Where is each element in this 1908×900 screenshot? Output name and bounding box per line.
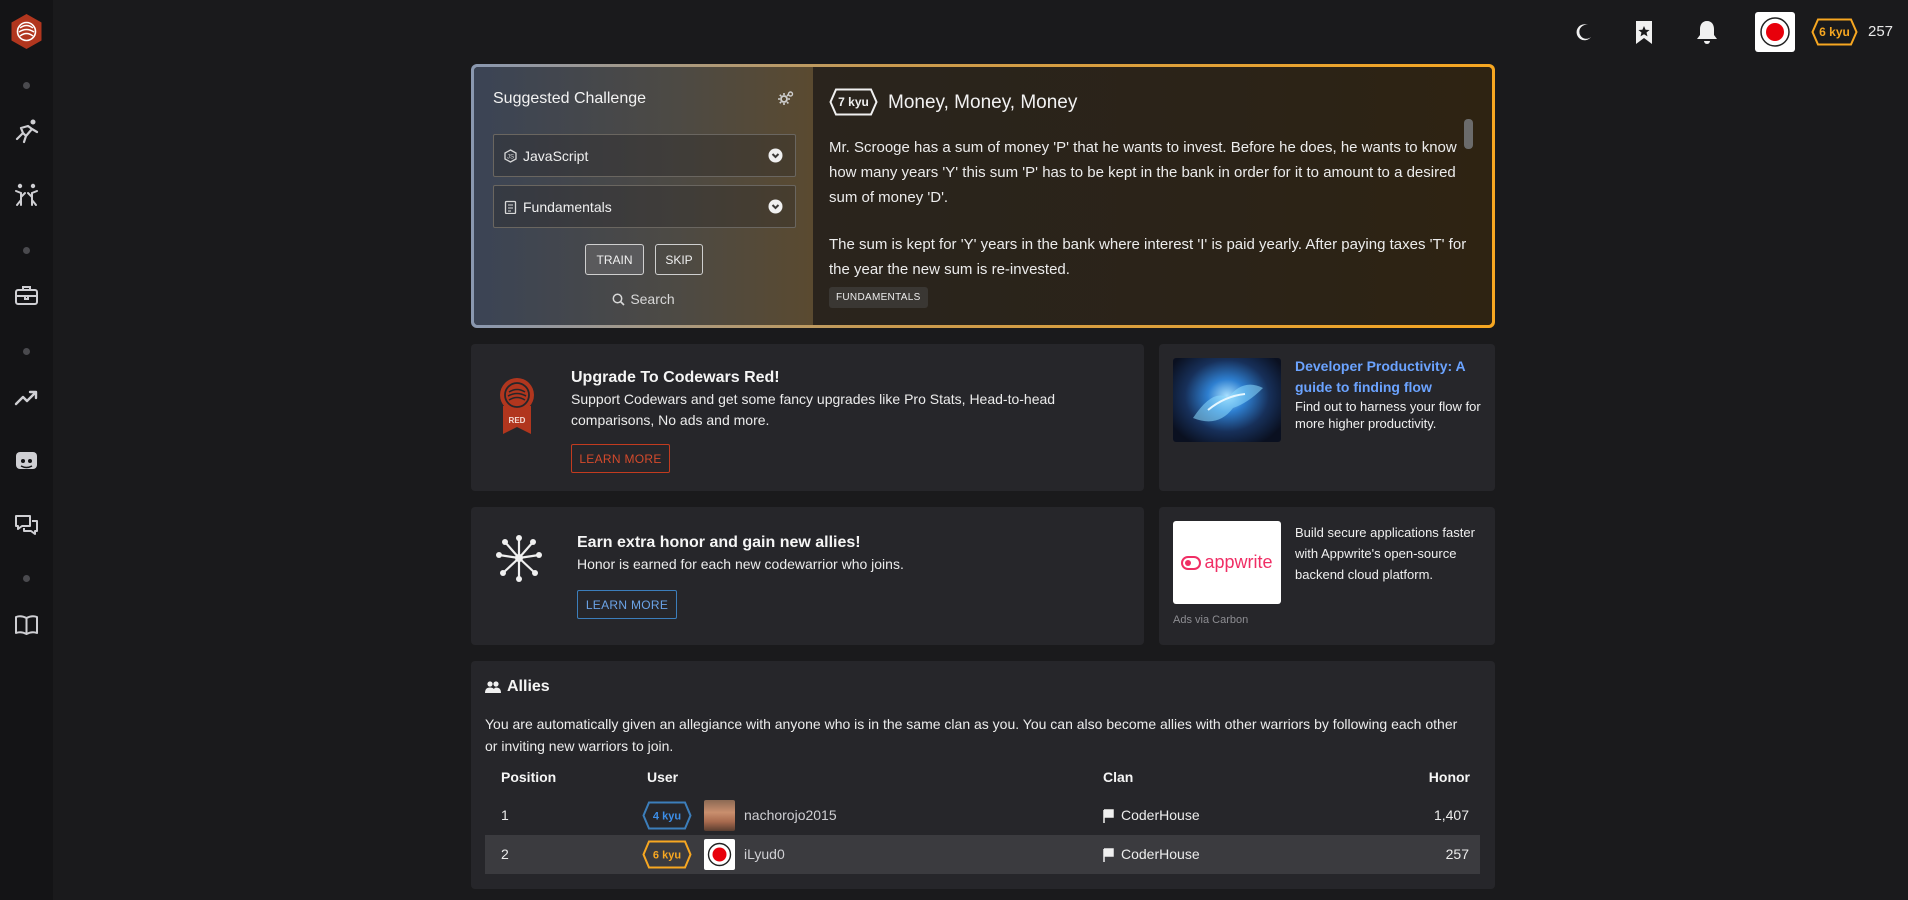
chevron-down-icon (768, 148, 783, 163)
username-link[interactable]: nachorojo2015 (744, 807, 837, 823)
ad-image[interactable] (1173, 358, 1281, 442)
network-icon (496, 535, 542, 582)
scrollbar[interactable] (1464, 119, 1473, 149)
column-header[interactable]: Honor (1429, 769, 1470, 785)
kata-preview: 7 kyu Money, Money, Money Mr. Scrooge ha… (813, 67, 1492, 325)
javascript-icon: JS (504, 148, 517, 163)
rank-badge[interactable]: 6 kyu (1811, 18, 1858, 46)
training-icon[interactable] (13, 117, 40, 144)
suggested-challenge-card: Suggested Challenge JS JavaScript Fundam… (471, 64, 1495, 328)
kata-paragraph: The sum is kept for 'Y' years in the ban… (829, 236, 1467, 278)
red-badge-icon: RED (500, 378, 534, 434)
kata-description: Mr. Scrooge has a sum of money 'P' that … (829, 135, 1469, 304)
leaderboard-icon[interactable] (13, 384, 40, 411)
moon-icon[interactable] (1571, 18, 1597, 46)
rank-label: 4 kyu (653, 811, 681, 823)
ad-panel: Developer Productivity: A guide to findi… (1159, 344, 1495, 491)
focus-value: Fundamentals (523, 198, 612, 215)
rank-badge: 4 kyu (642, 801, 692, 830)
table-row[interactable]: 2 6 kyu iLyud0 CoderHouse 257 (485, 835, 1480, 874)
honor-count: 257 (1868, 23, 1894, 40)
honor-cell: 1,407 (1433, 807, 1469, 823)
kata-paragraph: Mr. Scrooge has a sum of money 'P' that … (829, 139, 1457, 206)
honor-promo-title: Earn extra honor and gain new allies! (577, 534, 861, 551)
skip-button[interactable]: SKIP (655, 244, 703, 275)
flag-icon (1103, 848, 1114, 862)
ad-text: Find out to harness your flow for more h… (1295, 399, 1481, 431)
sidebar (0, 0, 53, 900)
language-select[interactable]: JS JavaScript (493, 134, 796, 177)
ads-via-carbon[interactable]: Ads via Carbon (1173, 614, 1248, 626)
kumite-icon[interactable] (13, 181, 40, 208)
sidebar-divider (23, 247, 30, 254)
train-button[interactable]: TRAIN (585, 244, 644, 275)
sidebar-divider (23, 82, 30, 89)
position-cell: 2 (501, 846, 509, 862)
column-header[interactable]: Position (501, 769, 556, 785)
rank-badge: 6 kyu (642, 840, 692, 869)
rank-label: 6 kyu (1819, 25, 1850, 39)
table-row[interactable]: 1 4 kyu nachorojo2015 CoderHouse 1,407 (485, 796, 1480, 835)
bookmark-icon[interactable] (1631, 18, 1657, 46)
appwrite-logo[interactable]: appwrite (1173, 521, 1281, 604)
allies-heading: Allies (485, 678, 550, 696)
column-header[interactable]: User (647, 769, 678, 785)
kata-tag[interactable]: FUNDAMENTALS (829, 287, 928, 308)
jobs-icon[interactable] (13, 282, 40, 309)
users-icon (485, 681, 501, 693)
chevron-down-icon (768, 199, 783, 214)
appwrite-logo-text: appwrite (1204, 552, 1273, 572)
ad-panel: appwrite Build secure applications faste… (1159, 507, 1495, 645)
clan-cell[interactable]: CoderHouse (1121, 807, 1200, 823)
upgrade-learn-more-button[interactable]: LEARN MORE (571, 444, 670, 473)
allies-title: Allies (507, 678, 550, 695)
gear-icon[interactable] (778, 90, 794, 106)
svg-text:JS: JS (507, 154, 514, 160)
ad-title[interactable]: Developer Productivity: A guide to findi… (1295, 356, 1485, 398)
allies-panel: Allies You are automatically given an al… (471, 661, 1495, 889)
upgrade-title: Upgrade To Codewars Red! (571, 369, 780, 386)
search-label: Search (630, 291, 675, 307)
kata-title[interactable]: Money, Money, Money (888, 92, 1077, 114)
username-link[interactable]: iLyud0 (744, 846, 785, 862)
appwrite-icon (1181, 555, 1202, 570)
honor-promo-panel: Earn extra honor and gain new allies! Ho… (471, 507, 1144, 645)
language-value: JavaScript (523, 147, 589, 164)
chat-icon[interactable] (13, 511, 40, 538)
search-icon (612, 293, 625, 306)
honor-learn-more-button[interactable]: LEARN MORE (577, 590, 677, 619)
kata-rank-label: 7 kyu (838, 95, 869, 109)
position-cell: 1 (501, 807, 509, 823)
avatar[interactable] (1755, 12, 1795, 52)
challenge-controls: Suggested Challenge JS JavaScript Fundam… (474, 67, 813, 325)
rank-label: 6 kyu (653, 850, 681, 862)
upgrade-text: Support Codewars and get some fancy upgr… (571, 391, 1056, 428)
sidebar-divider (23, 348, 30, 355)
clipboard-icon (504, 200, 517, 214)
suggested-challenge-title: Suggested Challenge (493, 90, 647, 107)
avatar[interactable] (704, 800, 735, 831)
flag-icon (1103, 809, 1114, 823)
kata-rank-badge: 7 kyu (829, 88, 878, 116)
search-link[interactable]: Search (474, 291, 813, 307)
honor-promo-text: Honor is earned for each new codewarrior… (577, 556, 904, 572)
sidebar-divider (23, 575, 30, 582)
discord-icon[interactable] (13, 447, 40, 474)
allies-description: You are automatically given an allegianc… (485, 716, 1458, 754)
avatar[interactable] (704, 839, 735, 870)
column-header[interactable]: Clan (1103, 769, 1133, 785)
red-badge-label: RED (509, 416, 526, 425)
bell-icon[interactable] (1694, 18, 1720, 46)
honor-cell: 257 (1445, 846, 1469, 862)
upgrade-panel: RED Upgrade To Codewars Red! Support Cod… (471, 344, 1144, 491)
ad-text: Build secure applications faster with Ap… (1295, 525, 1475, 582)
clan-cell[interactable]: CoderHouse (1121, 846, 1200, 862)
docs-icon[interactable] (13, 611, 40, 638)
codewars-logo[interactable] (8, 13, 45, 50)
focus-select[interactable]: Fundamentals (493, 185, 796, 228)
